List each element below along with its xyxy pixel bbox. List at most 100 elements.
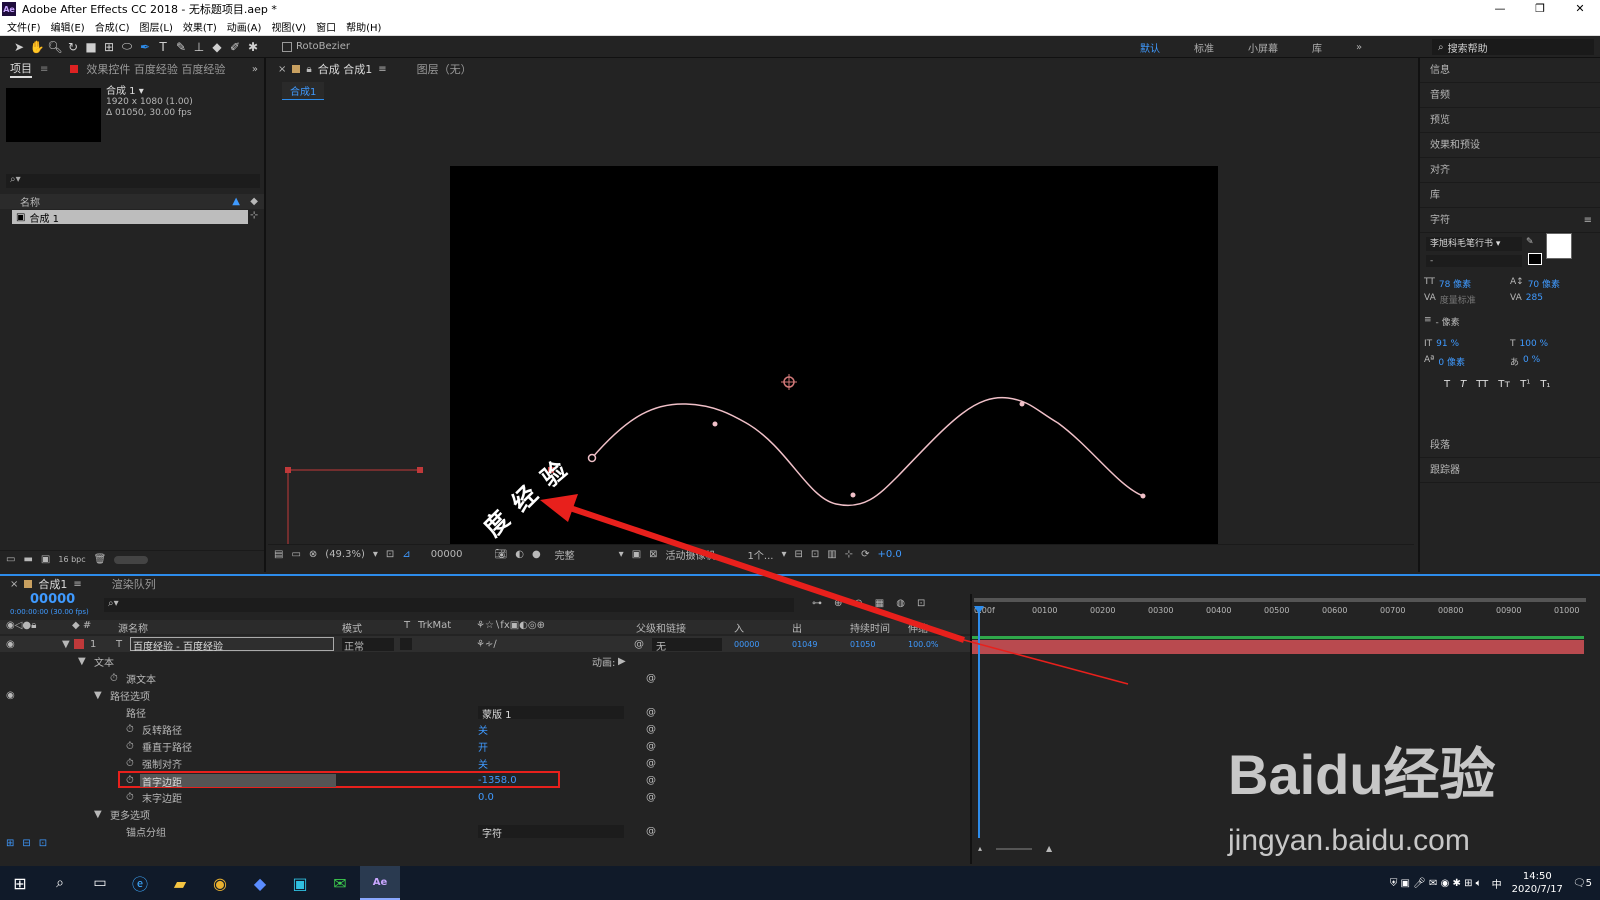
camera-dropdown[interactable]: 活动摄像机 <box>666 547 716 562</box>
current-time-display[interactable]: 00000 <box>431 549 463 560</box>
bit-depth-button[interactable]: 16 bpc <box>58 555 85 564</box>
horizontal-scale-value[interactable]: 100 % <box>1520 339 1549 349</box>
expand-layer-icon[interactable]: ▼ <box>62 639 70 650</box>
rotobezier-checkbox[interactable] <box>282 41 292 52</box>
animate-menu-icon[interactable]: ▶ <box>618 656 626 667</box>
prop-row-more-options[interactable]: ▼ 更多选项 <box>0 806 970 822</box>
path-vertex[interactable] <box>712 421 718 427</box>
toggle-switches-icon[interactable]: ⊞ <box>6 838 14 849</box>
timeline-search-input[interactable]: ⌕▾ <box>104 598 794 612</box>
font-size-value[interactable]: 78 像素 <box>1439 277 1471 290</box>
layer-switches[interactable]: ⚘∻∕ <box>476 639 497 650</box>
minimize-button[interactable]: — <box>1480 0 1520 18</box>
tab-render-queue[interactable]: 渲染队列 <box>112 576 156 592</box>
stopwatch-icon[interactable]: ⏱︎ <box>126 724 134 735</box>
column-trkmat[interactable]: TrkMat <box>418 620 451 631</box>
baseline-shift-value[interactable]: 0 像素 <box>1438 355 1465 368</box>
fill-color-swatch[interactable] <box>1546 233 1572 259</box>
layer-duration-bar[interactable] <box>972 640 1584 654</box>
roto-brush-tool-icon[interactable]: ✐ <box>226 38 244 56</box>
timeline-menu-icon[interactable]: ≡ <box>73 579 81 590</box>
comp-canvas[interactable] <box>450 166 1218 558</box>
tab-project[interactable]: 项目 <box>10 60 32 78</box>
zoom-out-icon[interactable]: ▴ <box>978 844 982 853</box>
snapshot-icon[interactable]: 📷︎ <box>495 549 508 560</box>
work-area-bar[interactable] <box>974 598 1586 602</box>
tab-timeline-comp[interactable]: 合成1 <box>38 576 67 592</box>
3d-renderer-icon[interactable]: ⊟ <box>794 549 802 560</box>
overlay-icon[interactable]: ⊗ <box>309 549 317 560</box>
ime-indicator[interactable]: 中 <box>1492 876 1502 891</box>
layer-in-point[interactable]: 00000 <box>734 640 759 649</box>
expression-pickwhip-icon[interactable]: @ <box>646 792 656 803</box>
flowchart-icon[interactable]: ⊹ <box>250 210 258 221</box>
prop-row-path-options[interactable]: ◉ ▼ 路径选项 <box>0 687 970 703</box>
project-search-input[interactable]: ⌕▾ <box>6 174 260 188</box>
graph-editor-icon[interactable]: ⊡ <box>917 598 925 609</box>
search-help-field[interactable]: ⌕ 搜索帮助 <box>1432 39 1594 55</box>
tsume-value[interactable]: 0 % <box>1523 355 1540 368</box>
project-item-comp[interactable]: ▣ 合成 1 <box>12 210 248 225</box>
column-stretch[interactable]: 伸缩 <box>908 620 928 635</box>
close-timeline-tab-icon[interactable]: × <box>10 579 18 590</box>
font-family-dropdown[interactable]: 李旭科毛笔行书 ▾ <box>1426 237 1522 251</box>
expand-arrow-icon[interactable]: ▼ <box>94 809 102 820</box>
panel-effects-presets[interactable]: 效果和预设 <box>1420 133 1600 158</box>
visibility-icon[interactable]: ◉ <box>6 690 15 701</box>
eraser-tool-icon[interactable]: ◆ <box>208 38 226 56</box>
zoom-tool-icon[interactable]: 🔍︎ <box>46 38 64 56</box>
column-mode[interactable]: 模式 <box>342 620 362 635</box>
layer-duration[interactable]: 01050 <box>850 640 875 649</box>
stopwatch-icon[interactable]: ⏱︎ <box>126 775 134 786</box>
superscript-button[interactable]: T¹ <box>1520 379 1530 390</box>
restore-button[interactable]: ❐ <box>1520 0 1560 18</box>
frame-blending-icon[interactable]: ▦ <box>875 598 884 609</box>
delete-icon[interactable]: 🗑︎ <box>94 554 107 565</box>
panel-tracker[interactable]: 跟踪器 <box>1420 458 1600 483</box>
channel-icon[interactable]: ● <box>532 549 541 560</box>
new-comp-icon[interactable]: ▣ <box>41 554 50 565</box>
more-workspaces-icon[interactable]: » <box>1356 42 1362 53</box>
panel-menu-icon[interactable]: ≡ <box>40 64 48 75</box>
layer-out-point[interactable]: 01049 <box>792 640 817 649</box>
all-caps-button[interactable]: TT <box>1476 379 1488 390</box>
interpret-footage-icon[interactable]: ▭ <box>6 554 15 565</box>
path-vertex-end[interactable] <box>1140 493 1146 499</box>
prop-row-first-margin[interactable]: ⏱︎ 首字边距 -1358.0 @ <box>0 771 970 789</box>
draft-3d-icon[interactable]: ⊕ <box>834 598 842 609</box>
task-view-icon[interactable]: ▭ <box>80 875 120 891</box>
close-button[interactable]: ✕ <box>1560 0 1600 18</box>
workspace-small-screen[interactable]: 小屏幕 <box>1248 40 1278 55</box>
font-style-dropdown[interactable]: - <box>1426 255 1522 267</box>
region-of-interest-icon[interactable]: ▣ <box>632 549 641 560</box>
expression-pickwhip-icon[interactable]: @ <box>646 724 656 735</box>
prop-row-anchor-grouping[interactable]: 锚点分组 字符 @ <box>0 823 970 840</box>
comp-flowchart-icon[interactable]: ⊶ <box>812 598 822 609</box>
black-swatch[interactable] <box>1528 253 1542 265</box>
parent-dropdown[interactable]: 无 <box>652 637 722 653</box>
panel-overflow-icon[interactable]: » <box>252 64 258 75</box>
column-duration[interactable]: 持续时间 <box>850 620 890 635</box>
monitor-icon[interactable]: ▭ <box>291 549 300 560</box>
panel-audio[interactable]: 音频 <box>1420 83 1600 108</box>
toggle-inout-icon[interactable]: ⊡ <box>39 838 47 849</box>
puppet-tool-icon[interactable]: ✱ <box>244 38 262 56</box>
views-dropdown[interactable]: 1个... <box>748 547 774 562</box>
visibility-icon[interactable]: ◉ <box>6 639 15 650</box>
character-menu-icon[interactable]: ≡ <box>1584 208 1592 233</box>
edge-browser-icon[interactable]: ⓔ <box>120 871 160 895</box>
expression-pickwhip-icon[interactable]: @ <box>646 741 656 752</box>
brush-tool-icon[interactable]: ✎ <box>172 38 190 56</box>
viewer-menu-icon[interactable]: ≡ <box>378 64 386 75</box>
after-effects-taskbar-icon[interactable]: Ae <box>360 866 400 900</box>
workspace-standard[interactable]: 标准 <box>1194 40 1214 55</box>
panel-character-header[interactable]: 字符 ≡ <box>1420 208 1600 233</box>
expression-pickwhip-icon[interactable]: @ <box>646 826 656 837</box>
tray-icons[interactable]: ⛨ ▣ 🎤︎ ✉ ◉ ✱ ⊞ 🔈︎ <box>1390 878 1482 889</box>
ellipse-tool-icon[interactable]: ⬭ <box>118 38 136 56</box>
expression-pickwhip-icon[interactable]: @ <box>646 673 656 684</box>
eyedropper-icon[interactable]: ✎ <box>1526 237 1534 247</box>
prop-row-reverse-path[interactable]: ⏱︎ 反转路径 关 @ <box>0 721 970 737</box>
new-folder-icon[interactable]: ▬ <box>23 554 32 565</box>
thumbnail-slider[interactable] <box>114 555 149 564</box>
